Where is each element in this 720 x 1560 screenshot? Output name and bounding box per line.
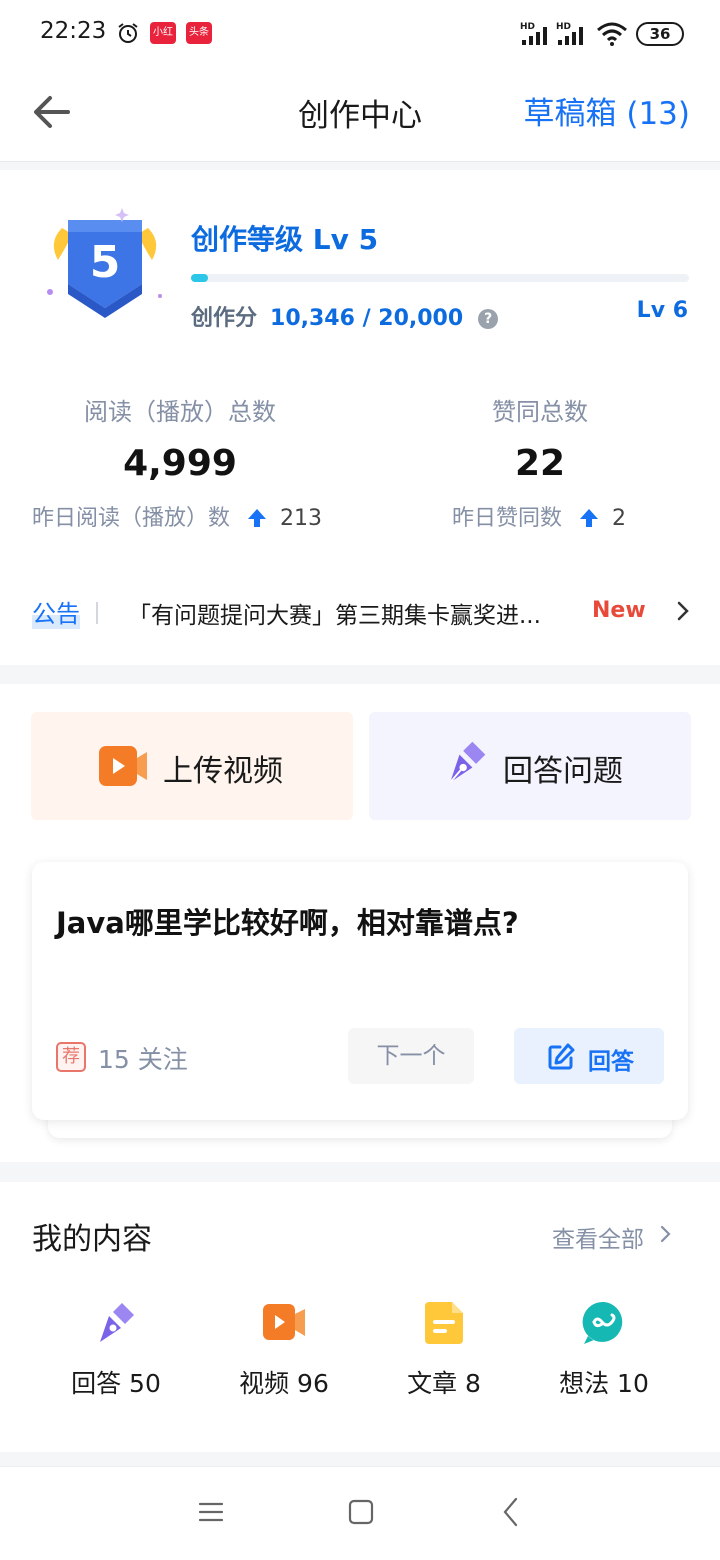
battery-icon: 36 [636, 22, 684, 46]
score-label: 创作分 [191, 306, 258, 331]
yesterday-likes: 昨日赞同数 2 [452, 500, 626, 532]
recommended-badge: 荐 [56, 1042, 86, 1072]
chevron-right-icon[interactable] [658, 1224, 674, 1244]
level-progress-fill [191, 274, 209, 282]
signal-hd-icon: HD [520, 22, 547, 45]
content-ideas-label: 想法 10 [559, 1369, 649, 1398]
new-badge: New [592, 598, 646, 623]
wifi-icon [597, 22, 627, 46]
content-videos[interactable]: 视频 96 [199, 1300, 369, 1410]
status-bar: 22:23 小红书 头条 HD HD 36 [0, 0, 720, 66]
help-icon[interactable]: ? [478, 309, 499, 329]
yesterday-reads-label: 昨日阅读（播放）数 [32, 506, 231, 531]
menu-icon[interactable] [196, 1497, 226, 1527]
question-card[interactable]: Java哪里学比较好啊，相对靠谱点? 荐 15 关注 下一个 回答 [32, 862, 688, 1120]
content-videos-label: 视频 96 [239, 1369, 329, 1398]
pen-icon [449, 741, 486, 783]
arrow-up-icon [248, 509, 267, 527]
upload-video-label: 上传视频 [163, 754, 283, 789]
yesterday-likes-value: 2 [612, 506, 627, 531]
likes-value: 22 [514, 443, 566, 484]
announcement-tag: 公告 [32, 594, 80, 629]
arrow-up-icon [580, 509, 599, 527]
level-progress-bar [191, 274, 689, 282]
xiaohongshu-app-badge: 小红书 [150, 22, 176, 60]
content-articles-label: 文章 8 [407, 1369, 481, 1398]
divider [96, 602, 98, 624]
question-title[interactable]: Java哪里学比较好啊，相对靠谱点? [56, 900, 519, 942]
article-icon [425, 1302, 463, 1344]
creator-level-card: 5 创作等级 Lv 5 创作分 10,346 / 20,000 ? Lv 6 阅… [0, 170, 720, 665]
answer-button-label: 回答 [588, 1049, 634, 1075]
content-answers-label: 回答 50 [71, 1369, 161, 1398]
likes-label: 赞同总数 [492, 398, 588, 426]
answer-question-label: 回答问题 [503, 754, 623, 789]
score-value: 10,346 / 20,000 [270, 306, 464, 331]
pen-icon [100, 1303, 134, 1342]
announcement-bar[interactable]: 公告 「有问题提问大赛」第三期集卡赢奖进... New [0, 590, 720, 634]
toutiao-app-badge: 头条 [186, 22, 212, 44]
home-square-icon[interactable] [346, 1497, 376, 1527]
likes-stat: 赞同总数 22 [360, 392, 720, 484]
svg-text:HD: HD [556, 22, 571, 32]
answer-question-button[interactable]: 回答问题 [369, 712, 691, 820]
content-ideas[interactable]: 想法 10 [519, 1300, 689, 1410]
level-badge-number: 5 [90, 237, 121, 288]
yesterday-reads-value: 213 [280, 506, 323, 531]
reads-stat: 阅读（播放）总数 4,999 [0, 392, 360, 484]
alarm-icon [118, 23, 138, 43]
svg-text:HD: HD [520, 22, 535, 32]
arrow-left-icon[interactable] [28, 88, 76, 136]
system-nav-bar [0, 1466, 720, 1560]
chevron-right-icon [677, 601, 689, 621]
edit-icon [548, 1043, 575, 1070]
answer-button[interactable]: 回答 [514, 1028, 664, 1084]
idea-icon [582, 1301, 623, 1344]
video-icon [99, 746, 147, 786]
next-question-button[interactable]: 下一个 [348, 1028, 474, 1084]
next-level-label: Lv 6 [636, 298, 688, 323]
section-title: 我的内容 [32, 1222, 152, 1257]
yesterday-reads: 昨日阅读（播放）数 213 [32, 500, 322, 532]
back-triangle-icon[interactable] [500, 1495, 522, 1529]
level-badge-icon: 5 [47, 208, 162, 318]
content-articles[interactable]: 文章 8 [359, 1300, 529, 1410]
follow-count: 15 关注 [98, 1045, 188, 1074]
level-title: 创作等级 Lv 5 [191, 223, 379, 256]
status-time: 22:23 [40, 18, 107, 44]
top-bar: 创作中心 草稿箱 (13) [0, 66, 720, 162]
reads-label: 阅读（播放）总数 [84, 398, 276, 426]
announcement-text: 「有问题提问大赛」第三期集卡赢奖进... [128, 603, 541, 629]
score-row: 创作分 10,346 / 20,000 ? [191, 300, 499, 332]
content-answers[interactable]: 回答 50 [31, 1300, 201, 1410]
reads-value: 4,999 [123, 443, 237, 484]
yesterday-likes-label: 昨日赞同数 [452, 506, 563, 531]
drafts-button[interactable]: 草稿箱 (13) [524, 88, 691, 133]
signal-hd-icon: HD [556, 22, 583, 45]
my-content-section: 我的内容 查看全部 回答 50 视频 96 文章 8 想法 10 [0, 1182, 720, 1452]
view-all-link[interactable]: 查看全部 [552, 1220, 644, 1254]
create-actions-section: 上传视频 回答问题 Java哪里学比较好啊，相对靠谱点? 荐 15 关注 下一个… [0, 684, 720, 1162]
upload-video-button[interactable]: 上传视频 [31, 712, 353, 820]
video-icon [263, 1304, 305, 1340]
